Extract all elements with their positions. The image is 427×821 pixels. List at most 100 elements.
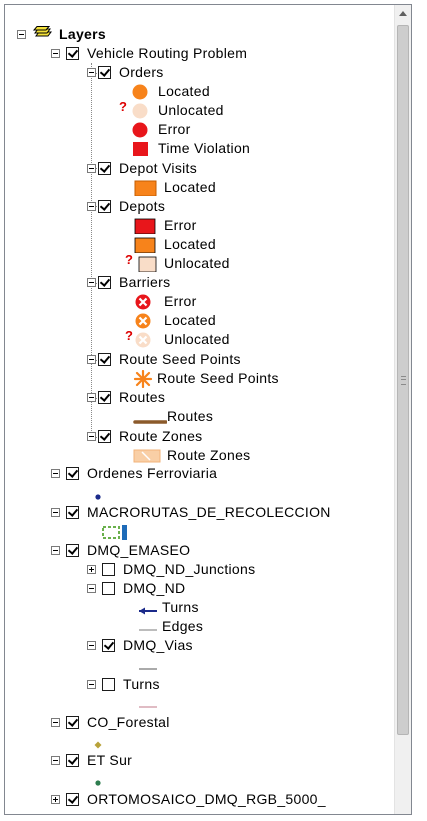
layer-label: DMQ_EMASEO <box>87 542 191 558</box>
route-line-icon <box>133 413 168 424</box>
layer-label: DMQ_ND <box>123 580 186 596</box>
vertical-scrollbar[interactable] <box>394 5 411 814</box>
collapse-toggle[interactable] <box>87 680 96 689</box>
layer-dmq-nd[interactable]: DMQ_ND <box>87 579 185 598</box>
visibility-checkbox[interactable] <box>98 162 111 175</box>
collapse-toggle[interactable] <box>87 584 96 593</box>
visibility-checkbox[interactable] <box>98 200 111 213</box>
group-dmq-emaseo[interactable]: DMQ_EMASEO <box>51 541 190 560</box>
olive-diamond-icon <box>93 737 103 748</box>
layer-ortomosaico[interactable]: ORTOMOSAICO_DMQ_RGB_5000_ <box>51 790 326 809</box>
layer-label: Ordenes Ferroviaria <box>87 465 218 481</box>
red-square-icon <box>129 218 157 234</box>
layer-label: Route Seed Points <box>119 351 241 367</box>
sublayer-routes[interactable]: Routes <box>87 388 165 407</box>
layer-label: Route Zones <box>119 428 203 444</box>
layer-dmq-nd-junctions[interactable]: DMQ_ND_Junctions <box>87 560 255 579</box>
legend-label: Unlocated <box>164 331 230 347</box>
collapse-toggle[interactable] <box>87 202 96 211</box>
layer-ordenes-ferroviaria[interactable]: Ordenes Ferroviaria <box>51 464 217 483</box>
collapse-toggle[interactable] <box>51 756 60 765</box>
scroll-up-arrow-icon[interactable] <box>399 11 407 16</box>
collapse-toggle[interactable] <box>51 469 60 478</box>
legend-label: Unlocated <box>164 255 230 271</box>
collapse-toggle[interactable] <box>51 546 60 555</box>
layer-label: DMQ_Vias <box>123 637 193 653</box>
legend-depots-unlocated: ? Unlocated <box>125 252 230 273</box>
legend-macrorutas <box>101 522 136 541</box>
layer-vehicle-routing-problem[interactable]: Vehicle Routing Problem <box>51 44 247 63</box>
legend-ordenes-ferroviaria <box>93 484 110 503</box>
legend-barriers-located: Located <box>129 311 216 330</box>
visibility-checkbox[interactable] <box>102 639 115 652</box>
layer-label: Routes <box>119 389 166 405</box>
visibility-checkbox[interactable] <box>98 276 111 289</box>
visibility-checkbox[interactable] <box>66 467 79 480</box>
sublayer-depots[interactable]: Depots <box>87 197 165 216</box>
collapse-toggle[interactable] <box>87 393 96 402</box>
layers-root-row[interactable]: Layers <box>17 25 106 44</box>
sublayer-depot-visits[interactable]: Depot Visits <box>87 159 197 178</box>
sublayer-route-seed-points[interactable]: Route Seed Points <box>87 350 241 369</box>
unlocated-circle-icon: ? <box>119 99 151 119</box>
visibility-checkbox[interactable] <box>98 353 111 366</box>
navy-dot-icon <box>93 489 103 500</box>
green-dot-icon <box>93 775 103 786</box>
collapse-toggle[interactable] <box>87 68 96 77</box>
visibility-checkbox[interactable] <box>66 506 79 519</box>
visibility-checkbox[interactable] <box>102 563 115 576</box>
turn-arrow-icon <box>137 603 159 614</box>
expand-toggle[interactable] <box>51 795 60 804</box>
layer-tree: Layers Vehicle Routing Problem Orders Lo… <box>5 5 393 814</box>
visibility-checkbox[interactable] <box>66 544 79 557</box>
scrollbar-thumb[interactable] <box>397 25 409 735</box>
layer-macrorutas[interactable]: MACRORUTAS_DE_RECOLECCION <box>51 503 331 522</box>
legend-label: Edges <box>162 618 204 634</box>
legend-dmq-nd-edges: Edges <box>137 617 203 636</box>
collapse-toggle[interactable] <box>87 278 96 287</box>
grip-icon <box>401 376 406 385</box>
legend-barriers-unlocated: ? Unlocated <box>125 328 230 349</box>
collapse-toggle[interactable] <box>17 30 26 39</box>
legend-depots-located: Located <box>129 235 216 254</box>
legend-label: Error <box>164 217 197 233</box>
visibility-checkbox[interactable] <box>98 66 111 79</box>
legend-barriers-error: Error <box>129 292 197 311</box>
visibility-checkbox[interactable] <box>98 391 111 404</box>
legend-label: Located <box>164 312 216 328</box>
collapse-toggle[interactable] <box>87 432 96 441</box>
layer-co-forestal[interactable]: CO_Forestal <box>51 713 170 732</box>
line-symbol-icon <box>137 699 159 709</box>
legend-depot-visits-located: Located <box>129 178 216 197</box>
visibility-checkbox[interactable] <box>102 678 115 691</box>
collapse-toggle[interactable] <box>87 164 96 173</box>
layer-et-sur[interactable]: ET Sur <box>51 751 132 770</box>
collapse-toggle[interactable] <box>51 718 60 727</box>
red-square-icon <box>129 141 151 157</box>
layer-label: Vehicle Routing Problem <box>87 45 248 61</box>
collapse-toggle[interactable] <box>51 49 60 58</box>
visibility-checkbox[interactable] <box>98 430 111 443</box>
layer-label: Orders <box>119 64 164 80</box>
sublayer-orders[interactable]: Orders <box>87 63 164 82</box>
layer-label: DMQ_ND_Junctions <box>123 561 256 577</box>
layer-label: CO_Forestal <box>87 714 170 730</box>
expand-toggle[interactable] <box>87 565 96 574</box>
visibility-checkbox[interactable] <box>66 793 79 806</box>
legend-label: Turns <box>162 599 199 615</box>
layer-turns[interactable]: Turns <box>87 675 160 694</box>
collapse-toggle[interactable] <box>87 355 96 364</box>
collapse-toggle[interactable] <box>51 508 60 517</box>
legend-label: Time Violation <box>158 140 251 156</box>
visibility-checkbox[interactable] <box>66 716 79 729</box>
collapse-toggle[interactable] <box>87 641 96 650</box>
sublayer-route-zones[interactable]: Route Zones <box>87 427 202 446</box>
legend-orders-time-violation: Time Violation <box>129 139 250 158</box>
legend-routes: Routes <box>133 407 213 426</box>
visibility-checkbox[interactable] <box>66 754 79 767</box>
sublayer-barriers[interactable]: Barriers <box>87 273 170 292</box>
visibility-checkbox[interactable] <box>66 47 79 60</box>
visibility-checkbox[interactable] <box>102 582 115 595</box>
layer-dmq-vias[interactable]: DMQ_Vias <box>87 636 193 655</box>
legend-orders-unlocated: ? Unlocated <box>119 99 224 120</box>
